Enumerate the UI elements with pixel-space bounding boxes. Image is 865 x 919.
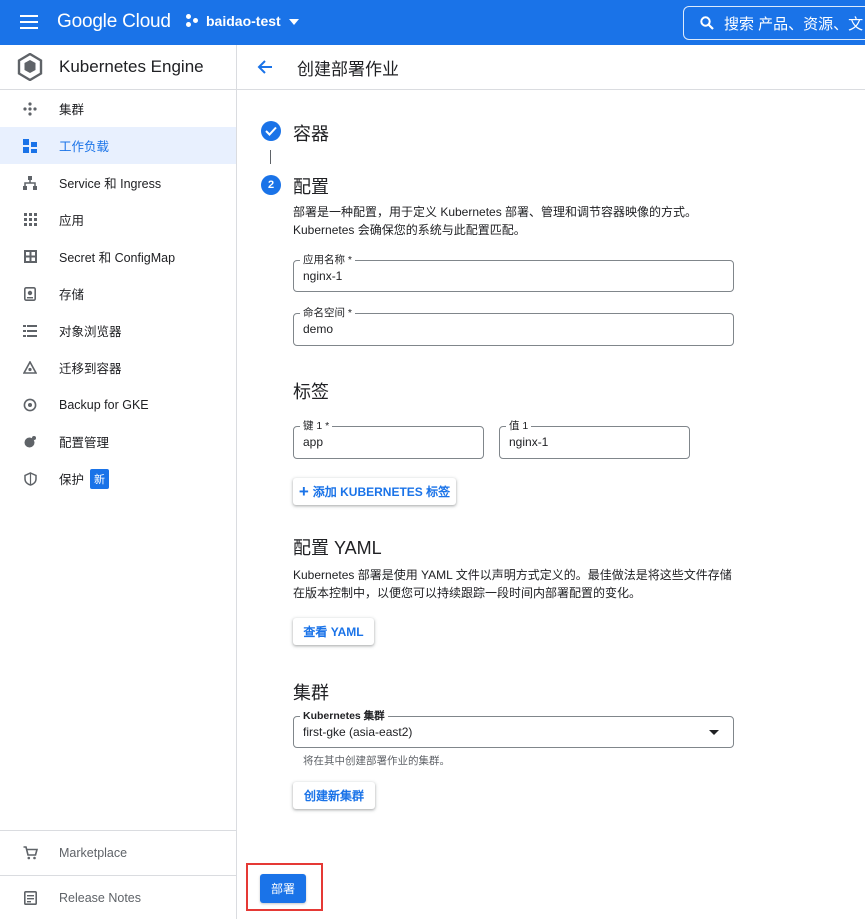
create-new-cluster-button[interactable]: 创建新集群 — [293, 782, 375, 809]
sidebar-item-applications[interactable]: 应用 — [0, 201, 236, 238]
migrate-icon — [22, 360, 38, 376]
sidebar-item-object-browser[interactable]: 对象浏览器 — [0, 312, 236, 349]
cluster-icon — [22, 101, 38, 117]
product-title: Kubernetes Engine — [59, 57, 204, 76]
deploy-highlight-annotation — [246, 863, 323, 911]
namespace-field[interactable]: 命名空间 * demo — [293, 307, 734, 346]
app-name-value: nginx-1 — [303, 269, 343, 283]
sidebar-item-label: 应用 — [59, 214, 85, 228]
project-dots-icon — [186, 14, 200, 28]
sidebar-footer-notes: Release Notes — [0, 875, 236, 919]
product-header: Kubernetes Engine — [0, 45, 236, 90]
view-yaml-button[interactable]: 查看 YAML — [293, 618, 374, 645]
sidebar-item-marketplace[interactable]: Marketplace — [0, 831, 236, 875]
sidebar-item-services-ingress[interactable]: Service 和 Ingress — [0, 164, 236, 201]
yaml-description-line2: 在版本控制中，以便您可以持续跟踪一段时间内部署配置的变化。 — [293, 586, 642, 600]
step-config-title: 配置 — [293, 177, 329, 197]
sidebar-item-label: 迁移到容器 — [59, 362, 122, 376]
step-complete-check-icon — [261, 121, 281, 141]
config-grid-icon — [22, 249, 38, 265]
apps-grid-icon — [22, 212, 38, 228]
step-container-title[interactable]: 容器 — [293, 120, 329, 146]
label-key-value: app — [303, 435, 324, 449]
step-connector — [270, 150, 271, 164]
kubernetes-engine-logo-icon — [17, 53, 43, 81]
backup-icon — [22, 397, 38, 413]
search-input[interactable]: 搜索 产品、资源、文 — [683, 6, 865, 40]
label-value-field[interactable]: 值 1 nginx-1 — [499, 420, 690, 459]
labels-section-title: 标签 — [293, 382, 329, 402]
sidebar-item-storage[interactable]: 存储 — [0, 275, 236, 312]
sidebar-item-label: Backup for GKE — [59, 397, 149, 412]
config-description-line1: 部署是一种配置，用于定义 Kubernetes 部署、管理和调节容器映像的方式。 — [293, 205, 698, 219]
menu-icon[interactable] — [20, 15, 38, 29]
sidebar-item-secrets-configmaps[interactable]: Secret 和 ConfigMap — [0, 238, 236, 275]
sidebar-item-protect[interactable]: 保护 新 — [0, 460, 236, 497]
workloads-icon — [22, 138, 38, 154]
label-key-field[interactable]: 键 1 * app — [293, 420, 484, 459]
search-icon — [700, 16, 714, 30]
sidebar-item-label: 集群 — [59, 103, 85, 117]
label-value-value: nginx-1 — [509, 435, 549, 449]
add-kubernetes-label-button[interactable]: + 添加 KUBERNETES 标签 — [293, 478, 456, 505]
shield-icon — [22, 471, 38, 487]
google-cloud-logo[interactable]: Google Cloud — [57, 11, 171, 33]
sidebar-item-backup-for-gke[interactable]: Backup for GKE — [0, 386, 236, 423]
config-management-icon — [22, 434, 38, 450]
yaml-section-title: 配置 YAML — [293, 538, 382, 558]
sidebar-item-label: 配置管理 — [59, 436, 110, 450]
dropdown-arrow-icon — [709, 730, 719, 735]
sidebar-item-label: Release Notes — [59, 891, 141, 905]
namespace-value: demo — [303, 322, 334, 336]
label-value-label: 值 1 — [506, 420, 532, 432]
sidebar-item-clusters[interactable]: 集群 — [0, 90, 236, 127]
chevron-down-icon — [288, 19, 299, 25]
cluster-select-label: Kubernetes 集群 — [300, 710, 388, 722]
sidebar-item-label: 工作负载 — [59, 140, 110, 154]
network-icon — [22, 175, 38, 191]
sidebar-item-label: 保护 — [59, 473, 85, 487]
namespace-label: 命名空间 * — [300, 307, 356, 319]
sidebar-item-label: Secret 和 ConfigMap — [59, 251, 176, 265]
cart-icon — [22, 845, 38, 861]
project-name: baidao-test — [206, 13, 281, 29]
config-description-line2: Kubernetes 会确保您的系统与此配置匹配。 — [293, 223, 526, 237]
label-key-label: 键 1 * — [300, 420, 333, 432]
app-name-label: 应用名称 * — [300, 254, 356, 266]
step-number-badge: 2 — [261, 175, 281, 195]
yaml-description-line1: Kubernetes 部署是使用 YAML 文件以声明方式定义的。最佳做法是将这… — [293, 568, 732, 582]
sidebar-item-migrate-to-containers[interactable]: 迁移到容器 — [0, 349, 236, 386]
storage-icon — [22, 286, 38, 302]
sidebar-item-config-management[interactable]: 配置管理 — [0, 423, 236, 460]
plus-icon: + — [298, 482, 309, 501]
new-badge: 新 — [90, 468, 110, 489]
sidebar-item-label: Marketplace — [59, 846, 128, 860]
sidebar-footer: Marketplace — [0, 830, 236, 875]
page-header: 创建部署作业 — [237, 45, 865, 90]
cluster-section-title: 集群 — [293, 683, 329, 703]
notes-icon — [22, 890, 38, 906]
search-placeholder: 搜索 产品、资源、文 — [724, 15, 864, 33]
sidebar-item-release-notes[interactable]: Release Notes — [0, 876, 236, 919]
project-selector[interactable]: baidao-test — [186, 13, 299, 29]
back-arrow-icon[interactable] — [255, 57, 275, 77]
cluster-select-value: first-gke (asia-east2) — [303, 725, 413, 739]
add-label-text: 添加 KUBERNETES 标签 — [312, 485, 451, 499]
cluster-hint: 将在其中创建部署作业的集群。 — [303, 755, 450, 767]
sidebar: Kubernetes Engine 集群 工作负载 Service 和 Ingr… — [0, 45, 237, 919]
app-name-field[interactable]: 应用名称 * nginx-1 — [293, 254, 734, 292]
list-icon — [22, 323, 38, 339]
sidebar-item-label: 对象浏览器 — [59, 325, 122, 339]
sidebar-item-label: 存储 — [59, 288, 85, 302]
page-title: 创建部署作业 — [297, 59, 399, 79]
top-app-bar: Google Cloud baidao-test 搜索 产品、资源、文 — [0, 0, 865, 45]
sidebar-item-label: Service 和 Ingress — [59, 177, 162, 191]
kubernetes-cluster-select[interactable]: Kubernetes 集群 first-gke (asia-east2) — [293, 710, 734, 748]
sidebar-item-workloads[interactable]: 工作负载 — [0, 127, 236, 164]
